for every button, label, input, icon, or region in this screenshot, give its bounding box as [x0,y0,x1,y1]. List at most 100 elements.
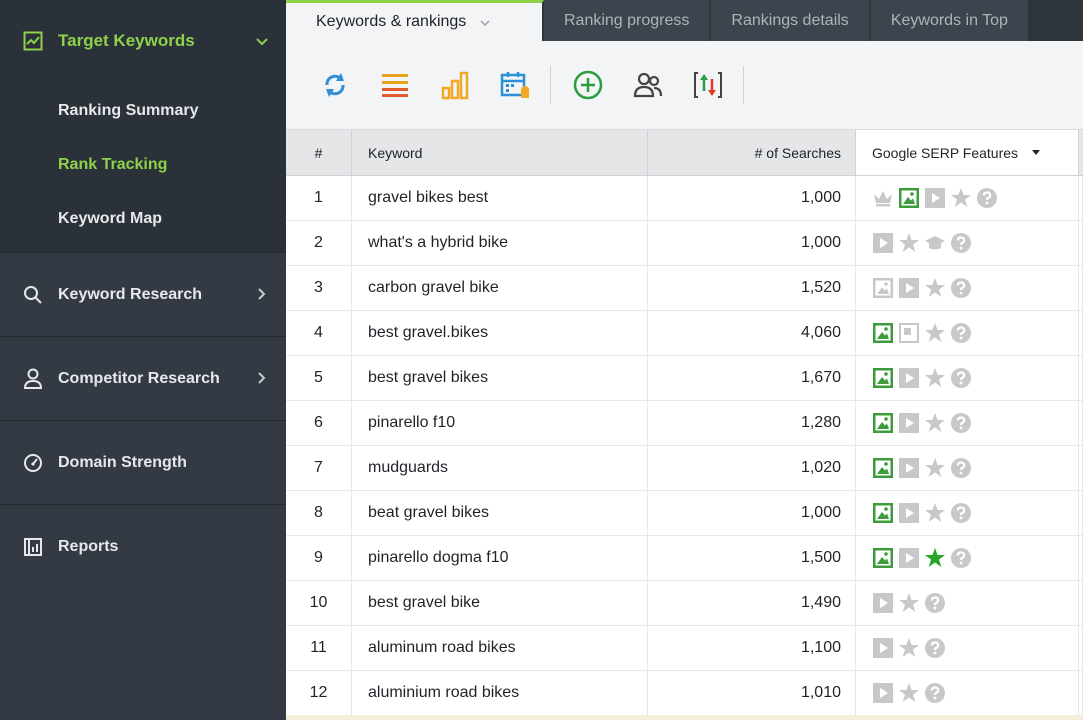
question-icon [950,547,972,569]
cell-searches: 1,100 [648,626,856,670]
cell-empty [1079,221,1083,265]
column-header-searches[interactable]: # of Searches [648,130,856,175]
tab-keywords-in-top[interactable]: Keywords in Top [870,0,1030,41]
cell-num: 6 [286,401,352,445]
image-icon [872,277,894,299]
serp-feature-icons [872,232,972,254]
table-row[interactable]: 7 mudguards 1,020 [286,446,1083,491]
cell-searches: 1,000 [648,491,856,535]
video-icon [872,682,894,704]
video-icon [898,502,920,524]
cell-serp-features [856,626,1079,670]
bar-chart-icon[interactable] [438,68,472,102]
sidebar-main-label: Target Keywords [58,31,195,50]
footer-strip [286,715,1083,720]
cell-num: 12 [286,671,352,715]
image-icon [872,322,894,344]
sidebar-item-reports[interactable]: Reports [0,504,286,588]
star-icon [950,187,972,209]
sidebar-sub-item-keyword-map[interactable]: Keyword Map [0,192,286,246]
serp-feature-icons [872,412,972,434]
refresh-icon[interactable] [318,68,352,102]
snippet-icon [898,322,920,344]
serp-feature-icons [872,637,946,659]
cell-keyword: best gravel bikes [352,356,648,400]
cell-searches: 1,670 [648,356,856,400]
serp-feature-icons [872,682,946,704]
sort-arrows-icon[interactable] [691,68,725,102]
cell-empty [1079,536,1083,580]
star-icon [924,412,946,434]
toolbar-separator [550,66,551,104]
cell-serp-features [856,266,1079,310]
table-row[interactable]: 11 aluminum road bikes 1,100 [286,626,1083,671]
table-body: 1 gravel bikes best 1,000 2 what's a hybrid … [286,176,1083,716]
table-row[interactable]: 9 pinarello dogma f10 1,500 [286,536,1083,581]
question-icon [950,322,972,344]
star-icon [924,277,946,299]
sidebar-item-domain-strength[interactable]: Domain Strength [0,420,286,504]
video-icon [898,367,920,389]
cell-keyword: aluminum road bikes [352,626,648,670]
cell-empty [1079,446,1083,490]
cell-keyword: best gravel.bikes [352,311,648,355]
tab-label: Keywords & rankings [316,13,467,30]
tab-label: Ranking progress [564,11,690,29]
caret-down-icon[interactable] [1032,147,1041,158]
serp-feature-icons [872,187,998,209]
table-row[interactable]: 6 pinarello f10 1,280 [286,401,1083,446]
question-icon [950,367,972,389]
cell-empty [1079,401,1083,445]
star-icon [898,592,920,614]
calendar-alert-icon[interactable] [498,68,532,102]
tab-keywords-rankings[interactable]: Keywords & rankings [286,0,544,41]
cell-searches: 1,000 [648,176,856,220]
search-icon [22,284,44,306]
add-circle-icon[interactable] [571,68,605,102]
column-header-serp-features[interactable]: Google SERP Features [856,130,1079,175]
cell-num: 8 [286,491,352,535]
cell-num: 4 [286,311,352,355]
users-icon[interactable] [631,68,665,102]
sidebar-sub-item-ranking-summary[interactable]: Ranking Summary [0,84,286,138]
tab-rankings-details[interactable]: Rankings details [711,0,871,41]
table-row[interactable]: 10 best gravel bike 1,490 [286,581,1083,626]
serp-feature-icons [872,547,972,569]
sidebar-item-competitor-research[interactable]: Competitor Research [0,336,286,420]
table-row[interactable]: 8 beat gravel bikes 1,000 [286,491,1083,536]
star-icon [898,232,920,254]
star-icon [924,367,946,389]
table-row[interactable]: 5 best gravel bikes 1,670 [286,356,1083,401]
sidebar-submenu: Ranking Summary Rank Tracking Keyword Ma… [0,82,286,252]
video-icon [898,412,920,434]
sidebar-target-keywords[interactable]: Target Keywords [0,0,286,82]
table-row[interactable]: 2 what's a hybrid bike 1,000 [286,221,1083,266]
question-icon [950,457,972,479]
table-row[interactable]: 4 best gravel.bikes 4,060 [286,311,1083,356]
tab-label: Rankings details [731,11,849,29]
tab-ranking-progress[interactable]: Ranking progress [544,0,712,41]
cell-empty [1079,266,1083,310]
star-icon [898,637,920,659]
sidebar-sub-item-rank-tracking[interactable]: Rank Tracking [0,138,286,192]
table-row[interactable]: 3 carbon gravel bike 1,520 [286,266,1083,311]
image-icon [872,547,894,569]
video-icon [924,187,946,209]
cell-empty [1079,626,1083,670]
cell-num: 3 [286,266,352,310]
table-row[interactable]: 12 aluminium road bikes 1,010 [286,671,1083,716]
cell-serp-features [856,221,1079,265]
cell-keyword: gravel bikes best [352,176,648,220]
graduation-cap-icon [924,232,946,254]
table-row[interactable]: 1 gravel bikes best 1,000 [286,176,1083,221]
report-icon [22,536,44,558]
cell-serp-features [856,491,1079,535]
column-header-num[interactable]: # [286,130,352,175]
list-icon[interactable] [378,68,412,102]
sidebar-item-keyword-research[interactable]: Keyword Research [0,252,286,336]
cell-searches: 1,010 [648,671,856,715]
cell-num: 7 [286,446,352,490]
cell-num: 9 [286,536,352,580]
column-header-keyword[interactable]: Keyword [352,130,648,175]
chevron-down-icon[interactable] [480,15,490,29]
